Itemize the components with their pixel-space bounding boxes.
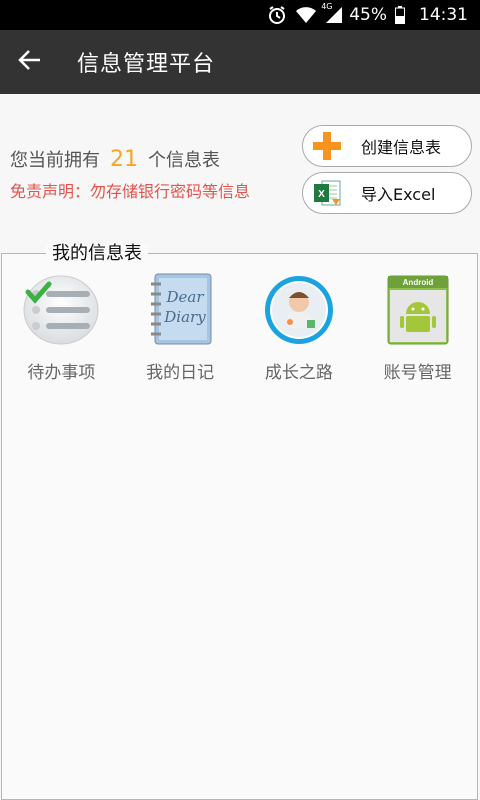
table-count: 21: [110, 147, 138, 172]
table-item-accounts[interactable]: Android 账号管理: [358, 272, 477, 383]
android-icon: Android: [378, 272, 458, 348]
app-bar: 信息管理平台: [0, 30, 480, 94]
status-bar: 4G 45% 14:31: [0, 0, 480, 30]
alarm-icon: [267, 5, 287, 25]
clock: 14:31: [419, 5, 468, 25]
network-type: 4G: [321, 2, 333, 11]
arrow-left-icon: [18, 48, 42, 76]
table-item-diary[interactable]: Dear Diary 我的日记: [121, 272, 240, 383]
table-item-todo[interactable]: 待办事项: [2, 272, 121, 383]
panel-title: 我的信息表: [46, 244, 148, 264]
android-icon-text: Android: [402, 278, 433, 287]
create-table-button[interactable]: 创建信息表: [302, 125, 472, 167]
plus-icon: [307, 126, 347, 166]
back-button[interactable]: [0, 30, 60, 94]
table-item-label: 成长之路: [264, 363, 333, 383]
svg-text:X: X: [318, 189, 325, 200]
svg-text:Dear: Dear: [166, 288, 205, 306]
diary-icon: Dear Diary: [140, 272, 220, 348]
table-item-growth[interactable]: 成长之路: [240, 272, 359, 383]
battery-percent: 45%: [349, 5, 387, 25]
my-tables-panel: 我的信息表 待办事项 Dear Diary 我的日记 成长之路 Android …: [1, 244, 478, 800]
table-item-label: 待办事项: [27, 363, 96, 383]
baby-photo-icon: [259, 272, 339, 348]
wifi-icon: [295, 6, 317, 24]
table-item-label: 账号管理: [383, 363, 452, 383]
create-table-label: 创建信息表: [361, 138, 442, 157]
table-count-summary: 您当前拥有 21 个信息表: [10, 146, 220, 172]
checklist-icon: [21, 272, 101, 348]
import-excel-label: 导入Excel: [361, 185, 436, 204]
svg-text:Diary: Diary: [163, 308, 206, 326]
page-title: 信息管理平台: [77, 52, 216, 77]
import-excel-button[interactable]: X 导入Excel: [302, 172, 472, 214]
battery-icon: [395, 6, 405, 24]
excel-icon: X: [307, 173, 347, 213]
disclaimer-text: 免责声明：勿存储银行密码等信息: [10, 182, 251, 201]
signal-icon: 4G: [321, 2, 343, 24]
summary-suffix: 个信息表: [148, 150, 220, 171]
table-grid: 待办事项 Dear Diary 我的日记 成长之路 Android 账号管理: [2, 272, 477, 383]
summary-prefix: 您当前拥有: [10, 150, 100, 171]
table-item-label: 我的日记: [146, 363, 215, 383]
